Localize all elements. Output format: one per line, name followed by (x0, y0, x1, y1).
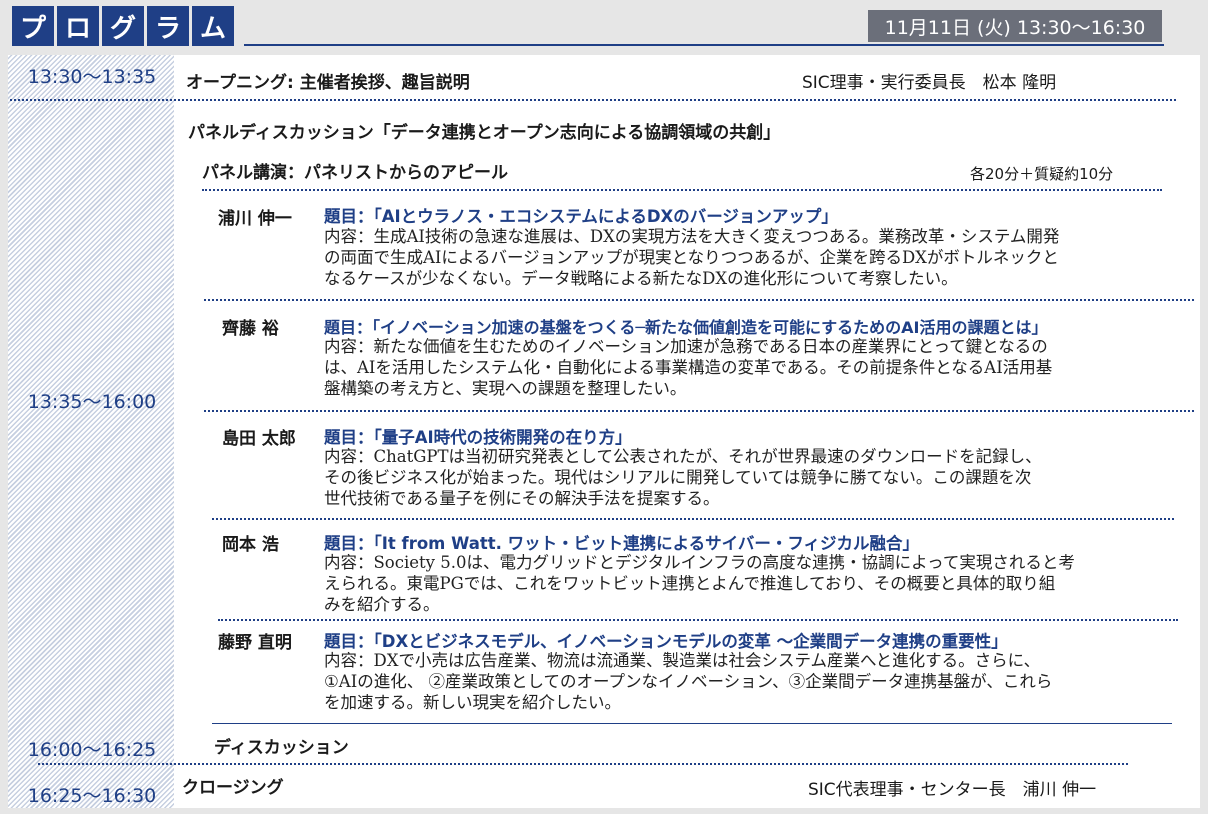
speaker-name: 岡本 浩 (222, 535, 279, 555)
description-line: を加速する。新しい現実を紹介したい。 (324, 693, 621, 712)
description-line: 内容：ChatGPTは当初研究発表として公表されたが、それが世界最速のダウンロー… (324, 447, 1042, 466)
talk-topic: 題目：「It from Watt. ワット・ビット連携によるサイバー・フィジカル… (324, 534, 919, 553)
title-char: ロ (57, 6, 99, 46)
time-column (8, 55, 174, 808)
talk-divider (204, 299, 1194, 301)
talk-topic: 題目：「イノベーション加速の基盤をつくる─新たな価値創造を可能にするためのAI活… (324, 318, 1048, 337)
panel-end-divider (212, 723, 1172, 724)
title-char: グ (102, 6, 144, 46)
closing-speaker: SIC代表理事・センター長 浦川 伸一 (808, 780, 1097, 800)
opening-speaker: SIC理事・実行委員長 松本 隆明 (802, 73, 1057, 93)
panel-format: 各20分＋質疑約10分 (970, 165, 1114, 183)
opening-time: 13:30〜13:35 (27, 66, 157, 88)
description-line: 内容：Society 5.0は、電力グリッドとデジタルインフラの高度な連携・協調… (324, 553, 1075, 572)
discussion-time: 16:00〜16:25 (27, 739, 157, 761)
talk-divider (218, 619, 1178, 621)
panel-subtitle: パネル講演：パネリストからのアピール (202, 163, 508, 183)
description-line: みを紹介する。 (324, 595, 440, 614)
talk-topic: 題目：「AIとウラノス・エコシステムによるDXのバージョンアップ」 (324, 207, 838, 226)
talk-divider (212, 518, 1174, 520)
panel-time: 13:35〜16:00 (27, 391, 157, 413)
talk-topic: 題目：「量子AI時代の技術開発の在り方」 (324, 428, 632, 447)
section-divider (38, 763, 1128, 765)
description-line: 盤構築の考え方と、実現への課題を整理したい。 (324, 379, 687, 398)
section-divider (202, 189, 1162, 191)
description-line: その後ビジネス化が始まった。現代はシリアルに開発していては競争に勝てない。この課… (324, 468, 1032, 487)
speaker-name: 藤野 直明 (218, 633, 292, 653)
panel-title: パネルディスカッション「データ連携とオープン志向による協調領域の共創」 (188, 123, 781, 143)
header-divider (244, 44, 1164, 46)
talk-topic: 題目：「DXとビジネスモデル、イノベーションモデルの変革 〜企業間データ連携の重… (324, 632, 1008, 651)
description-line: ①AIの進化、 ②産業政策としてのオープンなイノベーション、③企業間データ連携基… (324, 672, 1053, 691)
description-line: 世代技術である量子を例にその解決手法を提案する。 (324, 489, 720, 508)
title-char: ム (192, 6, 234, 46)
speaker-name: 浦川 伸一 (218, 209, 292, 229)
description-line: 内容：新たな価値を生むためのイノベーション加速が急務である日本の産業界にとって鍵… (324, 337, 1048, 356)
description-line: 内容：生成AI技術の急速な進展は、DXの実現方法を大きく変えつつある。業務改革・… (324, 227, 1060, 246)
description-line: なるケースが少なくない。データ戦略による新たなDXの進化形について考察したい。 (324, 269, 958, 288)
title-char: プ (12, 6, 54, 46)
page-title: プ ロ グ ラ ム (12, 6, 234, 46)
description-line: えられる。東電PGでは、これをワットビット連携とよんで推進しており、その概要と具… (324, 574, 1056, 593)
talk-description: 内容：Society 5.0は、電力グリッドとデジタルインフラの高度な連携・協調… (324, 552, 1075, 615)
description-line: は、AIを活用したシステム化・自動化による事業構造の変革である。その前提条件とな… (324, 358, 1053, 377)
event-date: 11月11日 (火) 13:30〜16:30 (868, 10, 1162, 42)
talk-description: 内容：DXで小売は広告産業、物流は流通業、製造業は社会システム産業へと進化する。… (324, 650, 1052, 713)
discussion-title: ディスカッション (214, 738, 349, 758)
talk-description: 内容：生成AI技術の急速な進展は、DXの実現方法を大きく変えつつある。業務改革・… (324, 226, 1059, 289)
talk-description: 内容：新たな価値を生むためのイノベーション加速が急務である日本の産業界にとって鍵… (324, 336, 1052, 399)
section-divider (10, 99, 1176, 101)
talk-divider (204, 410, 1194, 412)
title-char: ラ (147, 6, 189, 46)
talk-description: 内容：ChatGPTは当初研究発表として公表されたが、それが世界最速のダウンロー… (324, 446, 1042, 509)
closing-title: クロージング (182, 778, 284, 798)
description-line: 内容：DXで小売は広告産業、物流は流通業、製造業は社会システム産業へと進化する。… (324, 651, 1041, 670)
description-line: の両面で生成AIによるバージョンアップが現実となりつつあるが、企業を跨るDXがボ… (324, 248, 1059, 267)
opening-title: オープニング: 主催者挨拶、趣旨説明 (186, 73, 470, 93)
closing-time: 16:25〜16:30 (27, 785, 157, 807)
speaker-name: 島田 太郎 (222, 429, 296, 449)
speaker-name: 齊藤 裕 (222, 319, 279, 339)
